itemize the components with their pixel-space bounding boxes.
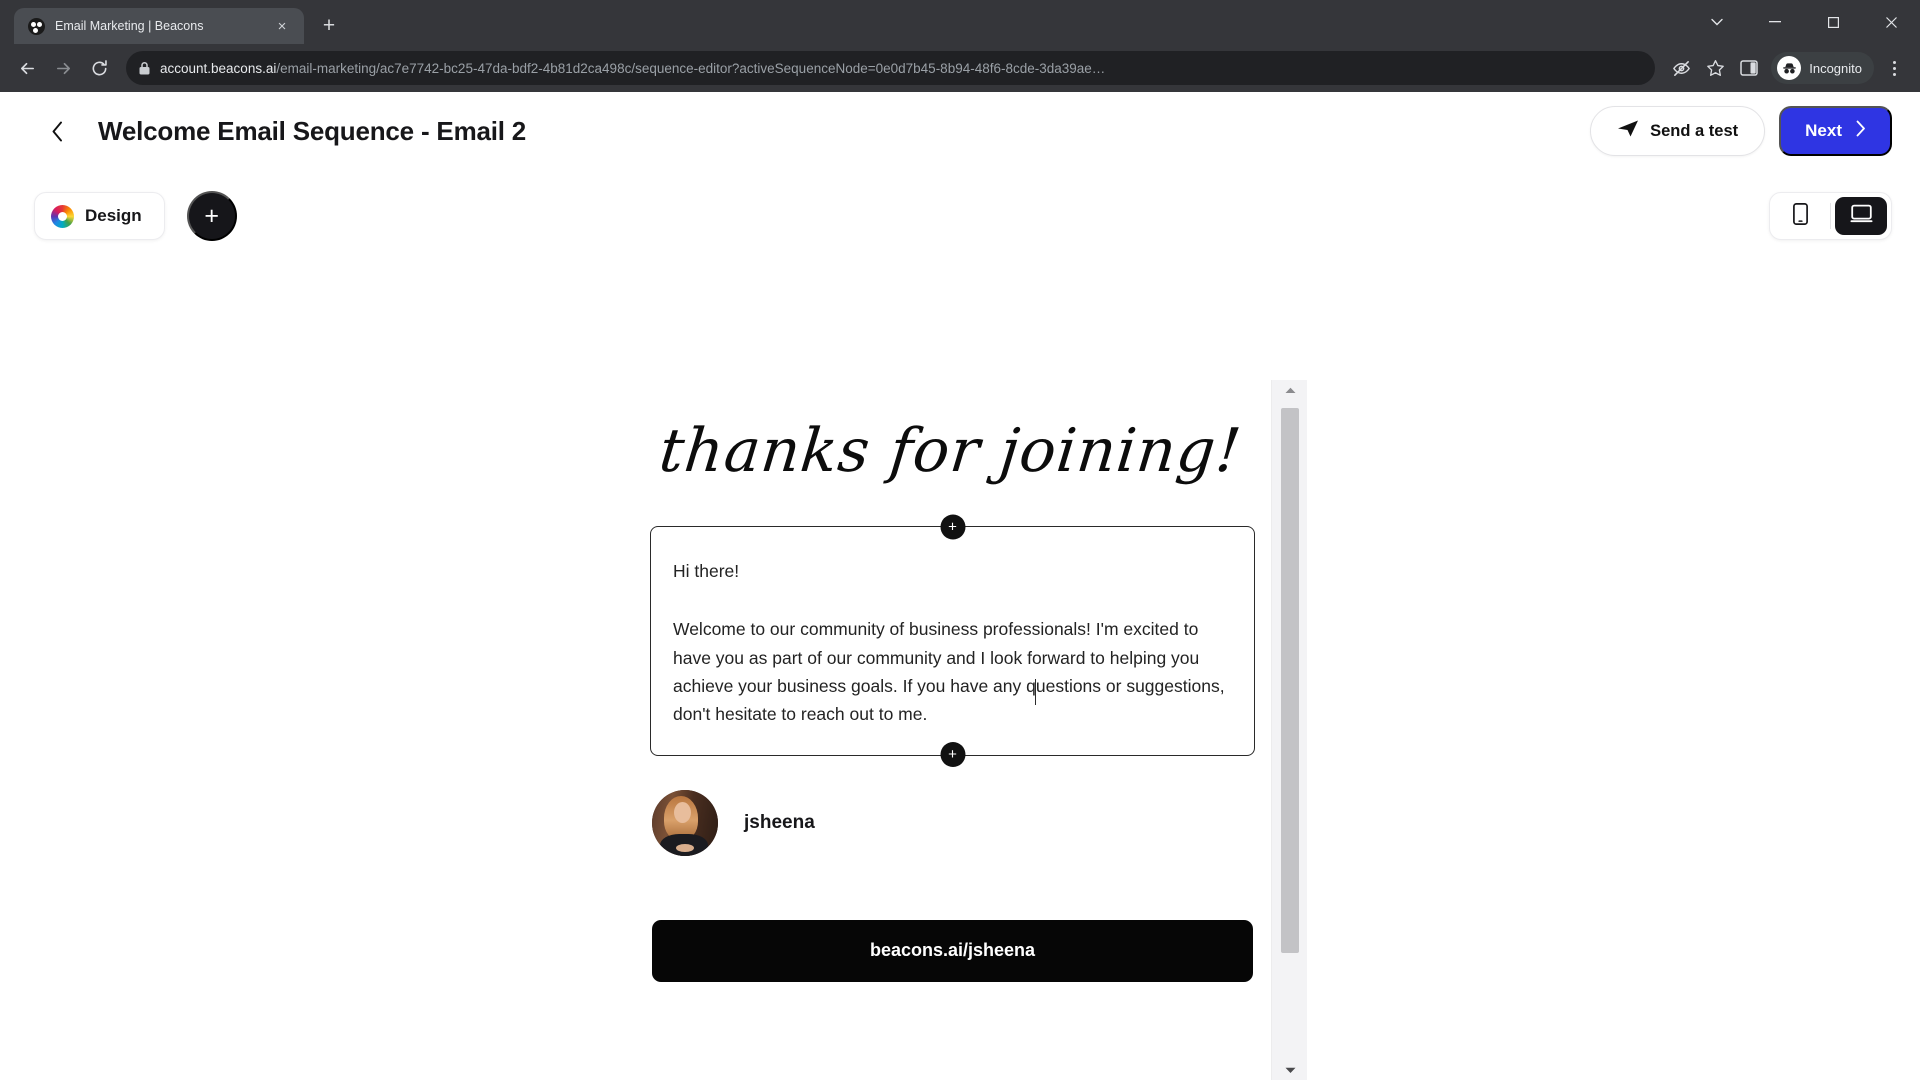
email-greeting: Hi there! <box>673 561 740 581</box>
email-scrollbar[interactable] <box>1271 380 1307 1080</box>
editor-toolbar: Design + <box>0 170 1920 262</box>
add-block-button[interactable]: + <box>186 191 237 241</box>
close-icon[interactable]: × <box>270 14 294 38</box>
avatar-face <box>674 801 691 823</box>
beacons-logo-icon <box>28 17 45 35</box>
address-bar[interactable]: account.beacons.ai/email-marketing/ac7e7… <box>126 51 1656 85</box>
desktop-icon <box>1850 204 1873 229</box>
mobile-preview-button[interactable] <box>1774 197 1826 235</box>
tab-title: Email Marketing | Beacons <box>55 19 204 33</box>
avatar-hands <box>676 843 694 852</box>
incognito-profile-button[interactable]: Incognito <box>1771 52 1874 84</box>
next-button[interactable]: Next <box>1779 106 1892 156</box>
maximize-icon[interactable] <box>1804 0 1862 44</box>
email-text-block[interactable]: + Hi there! Welcome to our community of … <box>650 514 1255 768</box>
profile-username: jsheena <box>744 811 815 833</box>
send-icon <box>1617 119 1639 143</box>
tab-search-icon[interactable] <box>1688 0 1746 44</box>
next-label: Next <box>1805 121 1842 140</box>
cta-link-button[interactable]: beacons.ai/jsheena <box>652 919 1253 982</box>
send-a-test-button[interactable]: Send a test <box>1590 106 1766 156</box>
email-preview: thanks for joining! + Hi there! Welcome … <box>634 380 1271 1080</box>
send-a-test-label: Send a test <box>1650 121 1739 140</box>
side-panel-icon[interactable] <box>1733 52 1765 84</box>
browser-toolbar: account.beacons.ai/email-marketing/ac7e7… <box>0 44 1920 92</box>
window-controls <box>1688 0 1920 44</box>
email-canvas: thanks for joining! + Hi there! Welcome … <box>0 262 1920 1080</box>
color-wheel-icon <box>51 204 74 228</box>
tracking-blocked-icon[interactable] <box>1665 52 1697 84</box>
tab-strip: Email Marketing | Beacons × + <box>0 0 1920 44</box>
add-node-above-button[interactable]: + <box>940 514 965 540</box>
bookmark-star-icon[interactable] <box>1699 52 1731 84</box>
avatar <box>652 789 718 856</box>
chrome-menu-icon[interactable] <box>1878 51 1910 85</box>
email-profile-block[interactable]: jsheena <box>652 789 1271 856</box>
chevron-right-icon <box>1856 120 1866 142</box>
lock-icon <box>138 61 151 76</box>
scroll-up-arrow-icon[interactable] <box>1272 380 1308 400</box>
app-root: Welcome Email Sequence - Email 2 Send a … <box>0 92 1920 1080</box>
design-button[interactable]: Design <box>34 192 165 240</box>
app-header: Welcome Email Sequence - Email 2 Send a … <box>0 92 1920 170</box>
browser-chrome: Email Marketing | Beacons × + account.be… <box>0 0 1920 92</box>
scrollbar-thumb[interactable] <box>1281 408 1299 953</box>
design-label: Design <box>85 206 142 225</box>
incognito-label: Incognito <box>1809 60 1862 76</box>
text-cursor <box>1035 679 1036 705</box>
back-chevron-icon[interactable] <box>40 114 74 148</box>
forward-icon[interactable] <box>46 51 80 85</box>
reload-icon[interactable] <box>82 51 116 85</box>
divider <box>1830 203 1831 229</box>
desktop-preview-button[interactable] <box>1835 197 1887 235</box>
url-text: account.beacons.ai/email-marketing/ac7e7… <box>160 61 1105 76</box>
device-preview-toggle <box>1769 192 1892 240</box>
page-title: Welcome Email Sequence - Email 2 <box>98 115 527 146</box>
scroll-down-arrow-icon[interactable] <box>1272 1060 1308 1080</box>
header-actions: Send a test Next <box>1590 106 1892 156</box>
mobile-icon <box>1792 202 1808 230</box>
browser-tab[interactable]: Email Marketing | Beacons × <box>14 8 304 44</box>
email-heading[interactable]: thanks for joining! <box>629 380 1277 486</box>
incognito-icon <box>1777 56 1802 80</box>
email-paragraph: Welcome to our community of business pro… <box>673 619 1225 725</box>
back-icon[interactable] <box>10 51 44 85</box>
add-node-below-button[interactable]: + <box>940 742 965 768</box>
window-close-icon[interactable] <box>1862 0 1920 44</box>
new-tab-button[interactable]: + <box>314 11 344 41</box>
minimize-icon[interactable] <box>1746 0 1804 44</box>
url-path: /email-marketing/ac7e7742-bc25-47da-bdf2… <box>276 60 1106 76</box>
url-host: account.beacons.ai <box>160 60 277 76</box>
